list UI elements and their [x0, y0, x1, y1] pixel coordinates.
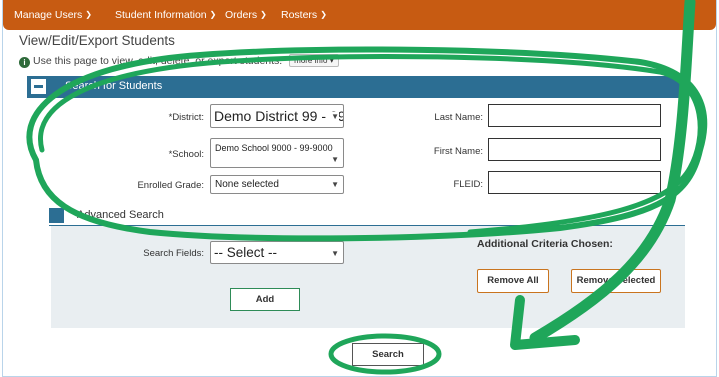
last-name-input[interactable] [488, 104, 661, 127]
info-line: i Use this page to view, edit, delete, or… [19, 54, 339, 68]
search-button[interactable]: Search [352, 343, 424, 366]
fleid-input[interactable] [488, 171, 661, 194]
collapse-icon[interactable] [31, 79, 46, 94]
criteria-label: Additional Criteria Chosen: [477, 238, 613, 250]
chevron-down-icon: ▼ [331, 155, 339, 164]
nav-label: Student Information [115, 9, 207, 21]
search-panel-title: Search for Students [65, 80, 163, 92]
fleid-label: FLEID: [453, 179, 483, 190]
district-value: Demo District 99 - 99 [214, 108, 344, 124]
district-select[interactable]: Demo District 99 - 99 ▼ [210, 104, 344, 128]
grade-label: Enrolled Grade: [137, 180, 204, 191]
remove-selected-button[interactable]: Remove Selected [571, 269, 661, 293]
first-name-input[interactable] [488, 138, 661, 161]
add-button[interactable]: Add [230, 288, 300, 311]
search-label: Search [372, 349, 404, 360]
grade-value: None selected [215, 179, 279, 190]
more-info-button[interactable]: more info ▾ [289, 54, 339, 67]
nav-label: Orders [225, 9, 258, 21]
collapse-icon[interactable] [49, 208, 64, 223]
search-panel-header[interactable]: Search for Students [27, 76, 684, 98]
chevron-down-icon: ▼ [331, 249, 339, 258]
remove-all-button[interactable]: Remove All [477, 269, 549, 293]
chevron-down-icon: ▼ [331, 180, 339, 189]
advanced-search-header[interactable]: Advanced Search [49, 206, 685, 226]
nav-label: Rosters [281, 9, 318, 21]
top-nav-bar: Manage Users ❯ Student Information ❯ Order… [3, 0, 716, 30]
nav-manage-users[interactable]: Manage Users ❯ [14, 9, 92, 21]
grade-select[interactable]: None selected ▼ [210, 175, 344, 194]
nav-rosters[interactable]: Rosters ❯ [281, 9, 327, 21]
first-name-label: First Name: [433, 146, 483, 157]
chevron-down-icon: ❯ [260, 10, 267, 19]
nav-student-information[interactable]: Student Information ❯ [115, 9, 216, 21]
info-icon: i [19, 57, 30, 68]
page-title: View/Edit/Export Students [19, 33, 175, 48]
nav-orders[interactable]: Orders ❯ [225, 9, 267, 21]
info-text: Use this page to view, edit, delete, or … [33, 55, 283, 67]
page-frame: Manage Users ❯ Student Information ❯ Order… [2, 0, 717, 377]
nav-label: Manage Users [14, 9, 83, 21]
school-select[interactable]: Demo School 9000 - 99-9000 ▼ [210, 138, 344, 168]
remove-all-label: Remove All [487, 275, 539, 286]
search-fields-select[interactable]: -- Select -- ▼ [210, 241, 344, 264]
chevron-down-icon: ❯ [320, 10, 327, 19]
chevron-down-icon: ❯ [209, 10, 217, 19]
chevron-down-icon: ❯ [85, 10, 92, 19]
district-label: *District: [168, 112, 204, 123]
last-name-label: Last Name: [434, 112, 483, 123]
chevron-down-icon: ▼ [329, 112, 339, 121]
school-value: Demo School 9000 - 99-9000 [215, 143, 333, 153]
search-fields-value: -- Select -- [214, 245, 278, 260]
search-fields-label: Search Fields: [143, 248, 204, 259]
remove-selected-label: Remove Selected [576, 275, 656, 286]
advanced-search-title: Advanced Search [77, 209, 164, 221]
caret-down-icon: ▾ [329, 56, 334, 65]
more-info-label: more info [294, 56, 328, 65]
school-label: *School: [168, 149, 204, 160]
add-label: Add [255, 294, 275, 305]
